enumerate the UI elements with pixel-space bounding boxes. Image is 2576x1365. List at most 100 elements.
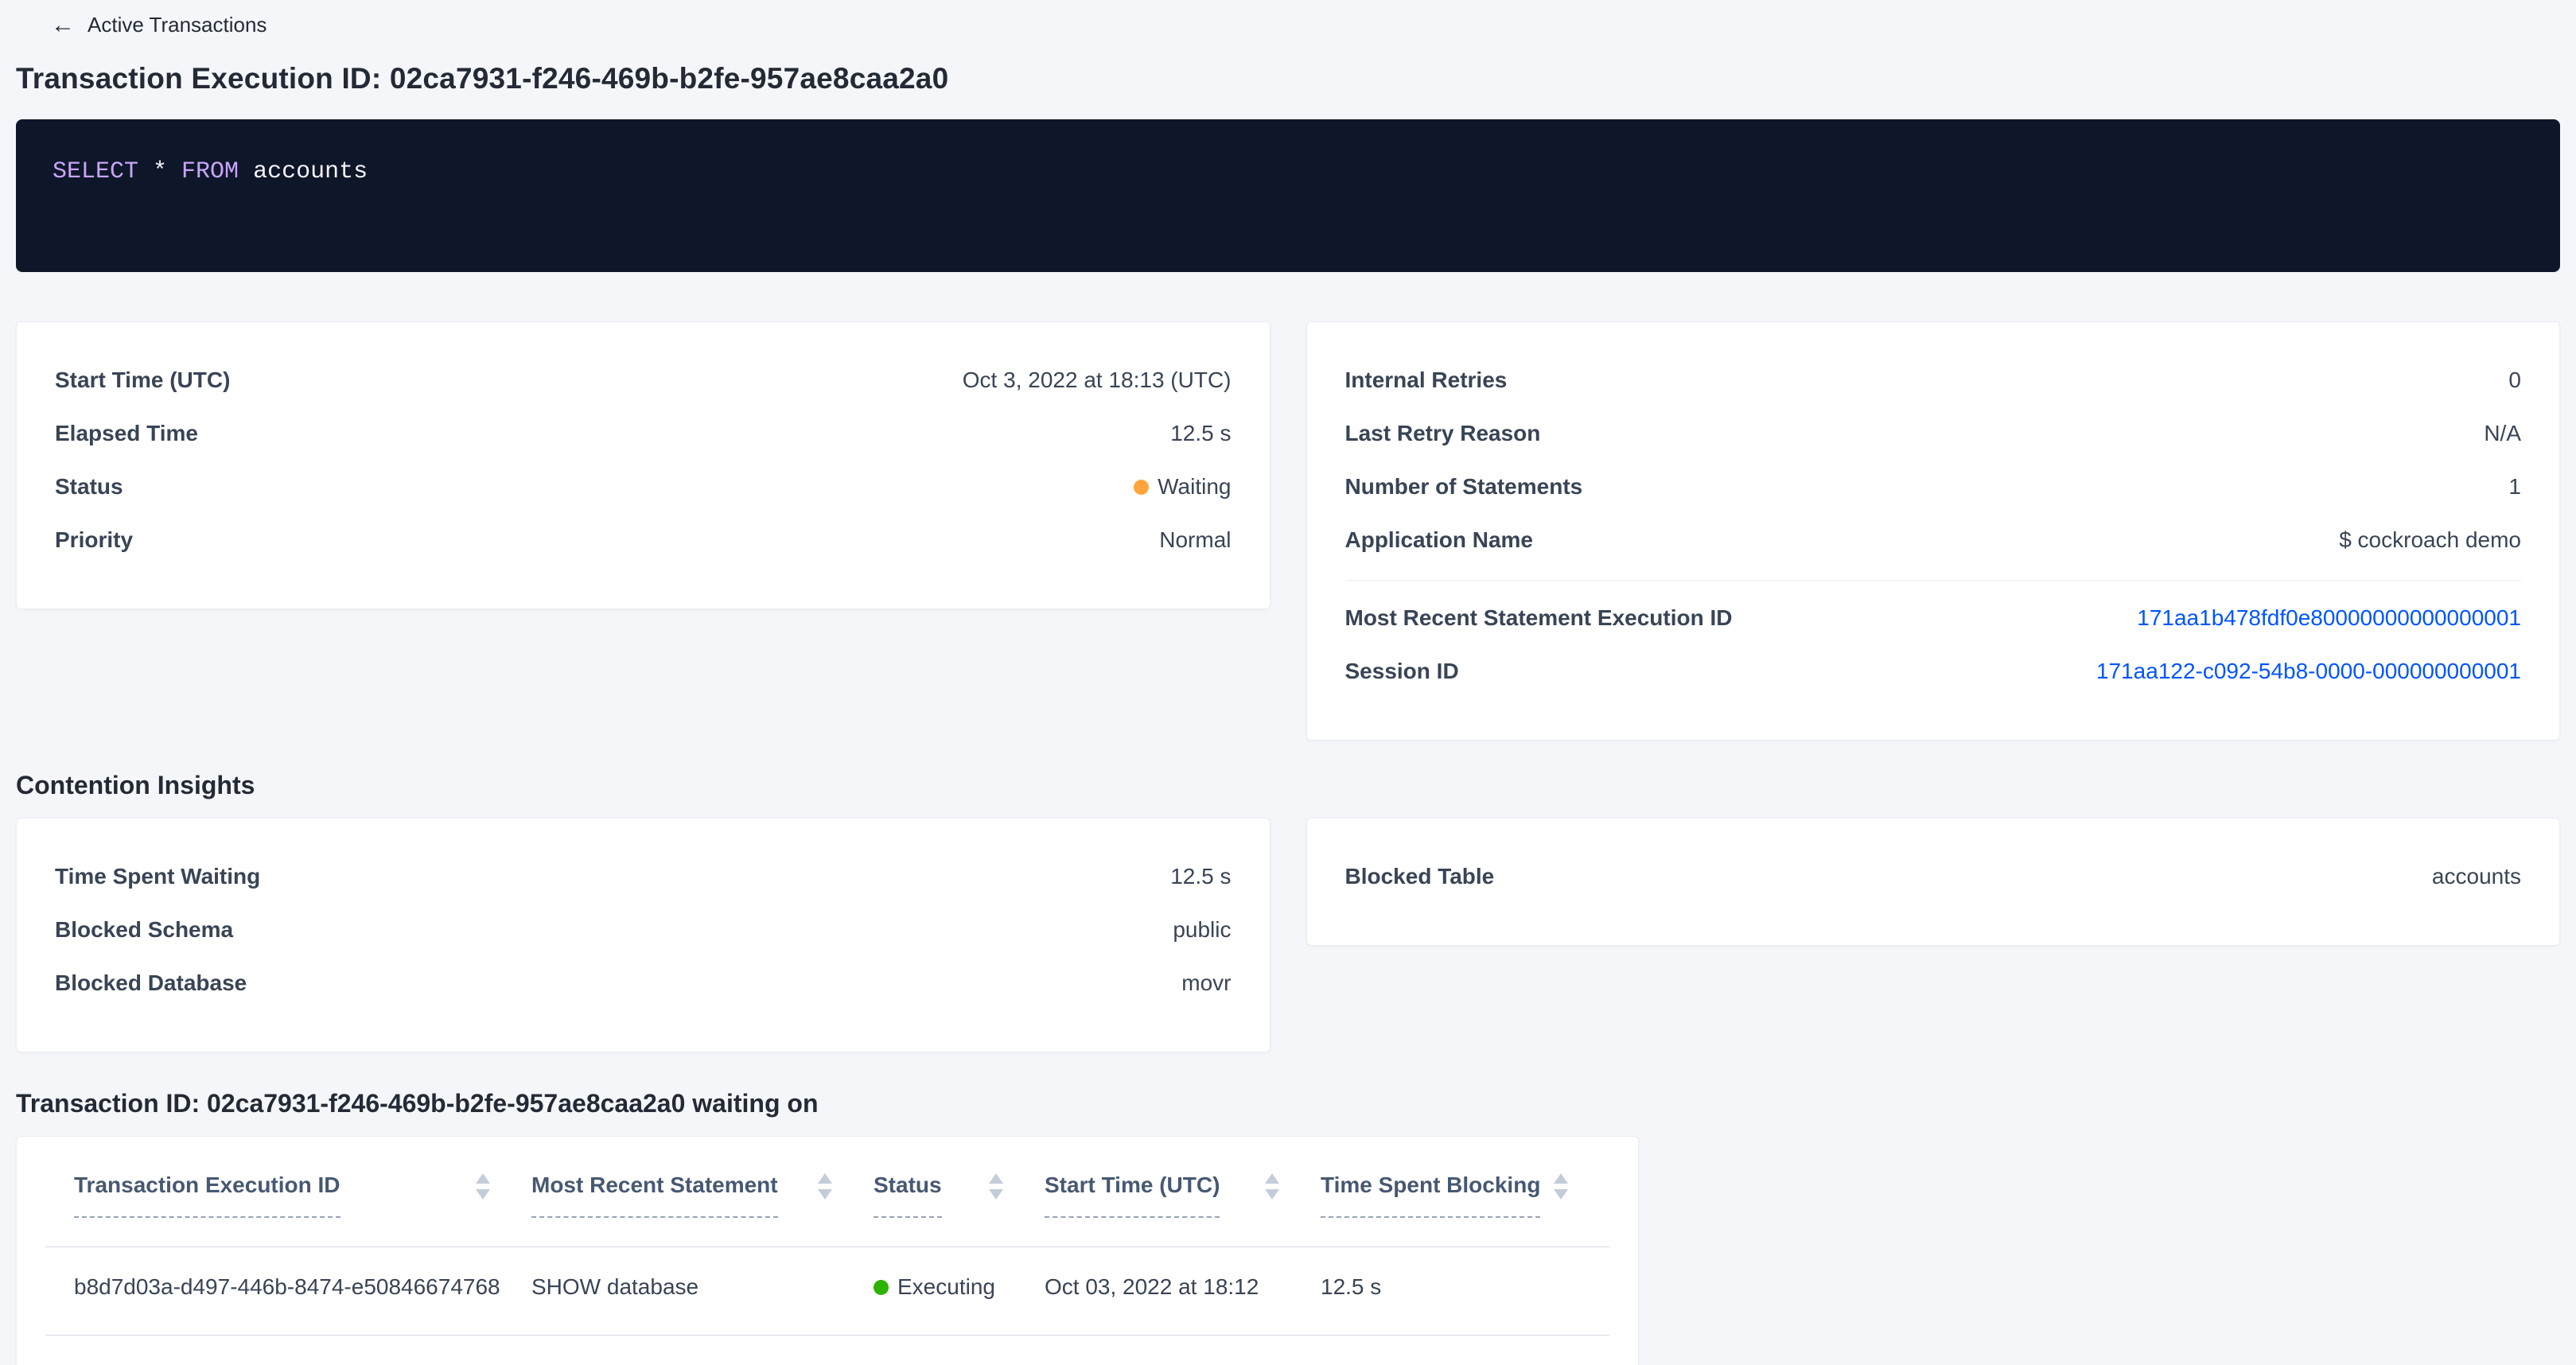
kv-label: Session ID: [1345, 659, 1459, 684]
kv-label: Status: [55, 474, 123, 500]
kv-value: N/A: [2484, 421, 2521, 446]
kv-label: Time Spent Waiting: [55, 864, 260, 889]
kv-row-time-spent-waiting: Time Spent Waiting 12.5 s: [55, 850, 1232, 904]
kv-row-internal-retries: Internal Retries 0: [1345, 354, 2522, 407]
kv-row-elapsed-time: Elapsed Time 12.5 s: [55, 407, 1232, 461]
statement-execution-id-link[interactable]: 171aa1b478fdf0e80000000000000001: [2137, 605, 2521, 631]
kv-label: Blocked Database: [55, 970, 247, 996]
sort-icon[interactable]: [1554, 1173, 1568, 1200]
sort-up-arrow-icon: [1554, 1173, 1568, 1184]
kv-label: Blocked Schema: [55, 917, 233, 943]
kv-value: 0: [2508, 368, 2521, 393]
sort-down-arrow-icon: [476, 1189, 490, 1200]
sql-statement: SELECT * FROM accounts: [53, 158, 368, 185]
kv-row-status: Status Waiting: [55, 461, 1232, 514]
column-header-transaction-execution-id[interactable]: Transaction Execution ID: [45, 1172, 531, 1246]
kv-label: Application Name: [1345, 527, 1533, 553]
kv-label: Internal Retries: [1345, 368, 1508, 393]
column-header-start-time[interactable]: Start Time (UTC): [1045, 1172, 1321, 1246]
status-executing-dot-icon: [874, 1280, 889, 1295]
kv-value: 12.5 s: [1170, 421, 1231, 446]
kv-label: Most Recent Statement Execution ID: [1345, 605, 1733, 631]
kv-label: Elapsed Time: [55, 421, 198, 446]
kv-row-last-retry-reason: Last Retry Reason N/A: [1345, 407, 2522, 461]
waiting-transactions-table-card: Transaction Execution ID Most Recent Sta…: [16, 1136, 1639, 1365]
kv-row-application-name: Application Name $ cockroach demo: [1345, 514, 2522, 567]
session-id-link[interactable]: 171aa122-c092-54b8-0000-000000000001: [2096, 659, 2521, 684]
sort-icon[interactable]: [1265, 1173, 1279, 1200]
contention-waiting-card: Time Spent Waiting 12.5 s Blocked Schema…: [16, 818, 1270, 1052]
waiting-on-heading: Transaction ID: 02ca7931-f246-469b-b2fe-…: [16, 1089, 2560, 1118]
column-header-most-recent-statement[interactable]: Most Recent Statement: [531, 1172, 874, 1246]
kv-value: Oct 3, 2022 at 18:13 (UTC): [963, 368, 1232, 393]
column-header-label[interactable]: Most Recent Statement: [531, 1172, 778, 1218]
contention-insights-heading: Contention Insights: [16, 771, 2560, 800]
kv-value: accounts: [2432, 864, 2521, 889]
sort-up-arrow-icon: [989, 1173, 1003, 1184]
kv-row-blocked-schema: Blocked Schema public: [55, 904, 1232, 957]
sql-text: *: [138, 158, 181, 185]
kv-value: public: [1173, 917, 1231, 943]
sort-up-arrow-icon: [1265, 1173, 1279, 1184]
table-row: b8d7d03a-d497-446b-8474-e50846674768 SHO…: [45, 1247, 1609, 1336]
kv-row-blocked-database: Blocked Database movr: [55, 957, 1232, 1010]
cell-start-time: Oct 03, 2022 at 18:12: [1045, 1247, 1321, 1335]
card-divider: [1345, 580, 2522, 581]
column-header-time-spent-blocking[interactable]: Time Spent Blocking: [1321, 1172, 1609, 1246]
kv-row-priority: Priority Normal: [55, 514, 1232, 567]
back-arrow-icon: ←: [51, 14, 75, 37]
cell-most-recent-statement: SHOW database: [531, 1247, 874, 1335]
waiting-transactions-table: Transaction Execution ID Most Recent Sta…: [45, 1137, 1609, 1336]
back-link-label: Active Transactions: [88, 13, 267, 37]
back-link[interactable]: ← Active Transactions: [51, 13, 267, 37]
column-header-label[interactable]: Time Spent Blocking: [1321, 1172, 1540, 1218]
contention-blocked-table-card: Blocked Table accounts: [1306, 818, 2561, 946]
sort-icon[interactable]: [476, 1173, 490, 1200]
kv-row-number-of-statements: Number of Statements 1: [1345, 461, 2522, 514]
sort-down-arrow-icon: [818, 1189, 832, 1200]
status-waiting-dot-icon: [1134, 480, 1149, 495]
status-text: Executing: [897, 1274, 995, 1299]
kv-label: Last Retry Reason: [1345, 421, 1541, 446]
kv-value: $ cockroach demo: [2339, 527, 2521, 553]
cell-transaction-execution-id: b8d7d03a-d497-446b-8474-e50846674768: [45, 1247, 531, 1335]
kv-label: Priority: [55, 527, 133, 553]
overview-cards-row: Start Time (UTC) Oct 3, 2022 at 18:13 (U…: [16, 321, 2560, 741]
sort-down-arrow-icon: [1554, 1189, 1568, 1200]
sql-keyword: SELECT: [53, 158, 138, 185]
sort-down-arrow-icon: [989, 1189, 1003, 1200]
sort-icon[interactable]: [989, 1173, 1003, 1200]
column-header-label[interactable]: Start Time (UTC): [1045, 1172, 1220, 1218]
status-text: Waiting: [1158, 474, 1231, 499]
kv-label: Number of Statements: [1345, 474, 1583, 500]
kv-value: Normal: [1159, 527, 1231, 553]
sql-statement-box: SELECT * FROM accounts: [16, 119, 2560, 272]
overview-details-card: Internal Retries 0 Last Retry Reason N/A…: [1306, 321, 2561, 741]
status-value: Waiting: [1134, 474, 1231, 500]
column-header-label[interactable]: Transaction Execution ID: [74, 1172, 340, 1218]
kv-value: movr: [1181, 970, 1231, 996]
sql-keyword: FROM: [181, 158, 239, 185]
kv-label: Start Time (UTC): [55, 368, 230, 393]
kv-value: 1: [2508, 474, 2521, 500]
sql-text: accounts: [239, 158, 368, 185]
kv-row-start-time: Start Time (UTC) Oct 3, 2022 at 18:13 (U…: [55, 354, 1232, 407]
sort-up-arrow-icon: [476, 1173, 490, 1184]
column-header-label[interactable]: Status: [874, 1172, 942, 1218]
kv-row-session-id: Session ID 171aa122-c092-54b8-0000-00000…: [1345, 645, 2522, 698]
kv-row-blocked-table: Blocked Table accounts: [1345, 850, 2522, 904]
table-header-row: Transaction Execution ID Most Recent Sta…: [45, 1137, 1609, 1247]
sort-up-arrow-icon: [818, 1173, 832, 1184]
transaction-details-page: ← Active Transactions Transaction Execut…: [0, 0, 2576, 1365]
sort-down-arrow-icon: [1265, 1189, 1279, 1200]
column-header-status[interactable]: Status: [874, 1172, 1045, 1246]
cell-status: Executing: [874, 1247, 1045, 1335]
page-title: Transaction Execution ID: 02ca7931-f246-…: [16, 62, 2560, 95]
kv-row-statement-execution-id: Most Recent Statement Execution ID 171aa…: [1345, 592, 2522, 645]
cell-time-spent-blocking: 12.5 s: [1321, 1247, 1609, 1335]
kv-label: Blocked Table: [1345, 864, 1495, 889]
sort-icon[interactable]: [818, 1173, 832, 1200]
kv-value: 12.5 s: [1170, 864, 1231, 889]
overview-summary-card: Start Time (UTC) Oct 3, 2022 at 18:13 (U…: [16, 321, 1270, 609]
contention-cards-row: Time Spent Waiting 12.5 s Blocked Schema…: [16, 818, 2560, 1052]
